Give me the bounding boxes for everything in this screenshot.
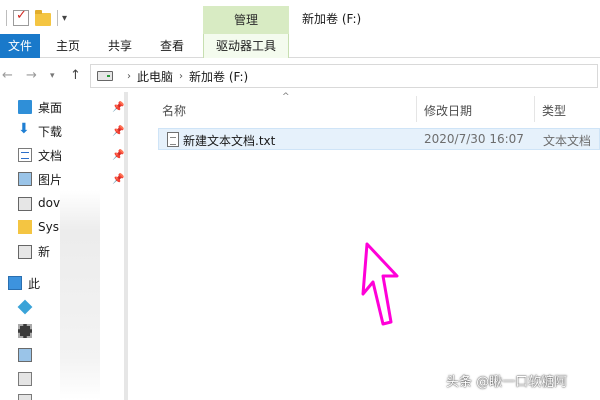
recent-locations-chevron-icon[interactable]: ▾ (50, 71, 55, 81)
pictures-icon (18, 348, 32, 362)
column-header-name[interactable]: 名称 (162, 102, 186, 119)
file-row[interactable]: 新建文本文档.txt 2020/7/30 16:07 文本文档 (158, 128, 600, 150)
annotation-arrow-icon (361, 242, 399, 326)
tab-view[interactable]: 查看 (150, 34, 194, 58)
title-bar: 管理 新加卷 (F:) (0, 0, 600, 34)
pin-icon[interactable]: 📌 (112, 174, 124, 185)
back-arrow-icon[interactable]: ← (2, 68, 13, 83)
column-header-type[interactable]: 类型 (542, 102, 566, 119)
nav-item-label: Sys (38, 220, 59, 234)
tab-file[interactable]: 文件 (0, 34, 40, 58)
column-divider[interactable] (534, 96, 535, 122)
breadcrumb-current-drive[interactable]: 新加卷 (F:) (189, 68, 248, 85)
nav-item-desktop[interactable]: 桌面 📌 (18, 96, 124, 118)
navigation-bar: ← → ▾ ↑ › 此电脑 › 新加卷 (F:) (0, 60, 600, 92)
quick-access-toolbar (0, 8, 72, 28)
this-pc-icon (8, 276, 22, 290)
address-bar[interactable]: › 此电脑 › 新加卷 (F:) (90, 64, 598, 88)
customize-qat-dropdown-icon[interactable] (62, 13, 72, 24)
qat-divider (57, 10, 58, 26)
blurred-region (60, 190, 100, 400)
video-icon (18, 324, 32, 338)
nav-item-label: 文档 (38, 148, 63, 163)
file-list-pane: ^ 名称 修改日期 类型 新建文本文档.txt 2020/7/30 16:07 … (128, 92, 600, 400)
file-modified-date: 2020/7/30 16:07 (424, 132, 524, 146)
tab-home[interactable]: 主页 (46, 34, 90, 58)
desktop-icon (18, 100, 32, 114)
watermark: 头条 @瞅一口软糖阿 (446, 375, 568, 390)
text-file-icon (167, 132, 179, 147)
pin-icon[interactable]: 📌 (112, 102, 124, 113)
tab-share[interactable]: 共享 (98, 34, 142, 58)
column-header-row: ^ 名称 修改日期 类型 (128, 92, 600, 124)
window-title: 新加卷 (F:) (302, 12, 362, 26)
nav-item-pictures[interactable]: 图片 📌 (18, 168, 124, 190)
download-icon (18, 121, 32, 138)
new-folder-icon[interactable] (35, 9, 51, 26)
qat-divider (6, 10, 7, 26)
column-header-date-modified[interactable]: 修改日期 (424, 102, 472, 119)
document-icon (18, 148, 32, 162)
3d-objects-icon (17, 299, 33, 315)
nav-item-label: 桌面 (38, 100, 63, 115)
folder-icon (18, 394, 32, 400)
picture-icon (18, 172, 32, 186)
ribbon-tabs: 文件 主页 共享 查看 驱动器工具 (0, 34, 600, 58)
manage-context-tab-group[interactable]: 管理 (203, 6, 289, 34)
nav-item-label: 图片 (38, 172, 63, 187)
properties-icon[interactable] (13, 8, 29, 26)
column-divider[interactable] (416, 96, 417, 122)
pin-icon[interactable]: 📌 (112, 150, 124, 161)
nav-item-downloads[interactable]: 下载 📌 (18, 120, 124, 142)
nav-item-label: 此 (28, 276, 41, 291)
pin-icon[interactable]: 📌 (112, 126, 124, 137)
breadcrumb-chevron-icon[interactable]: › (127, 71, 131, 82)
drive-icon (18, 197, 32, 211)
forward-arrow-icon[interactable]: → (26, 68, 37, 83)
breadcrumb-chevron-icon[interactable]: › (179, 71, 183, 82)
up-arrow-icon[interactable]: ↑ (70, 68, 81, 83)
drive-icon (18, 245, 32, 259)
file-type: 文本文档 (543, 134, 592, 148)
file-name[interactable]: 新建文本文档.txt (183, 132, 275, 149)
nav-item-documents[interactable]: 文档 📌 (18, 144, 124, 166)
folder-icon (18, 220, 32, 234)
breadcrumb-this-pc[interactable]: 此电脑 (137, 68, 173, 85)
sort-ascending-caret-icon: ^ (282, 92, 290, 102)
nav-item-label: 下载 (38, 124, 63, 139)
tab-drive-tools[interactable]: 驱动器工具 (203, 34, 289, 58)
nav-item-label: dov (38, 196, 61, 210)
nav-item-label: 新 (38, 244, 51, 259)
drive-icon (97, 71, 113, 81)
documents-icon (18, 372, 32, 386)
